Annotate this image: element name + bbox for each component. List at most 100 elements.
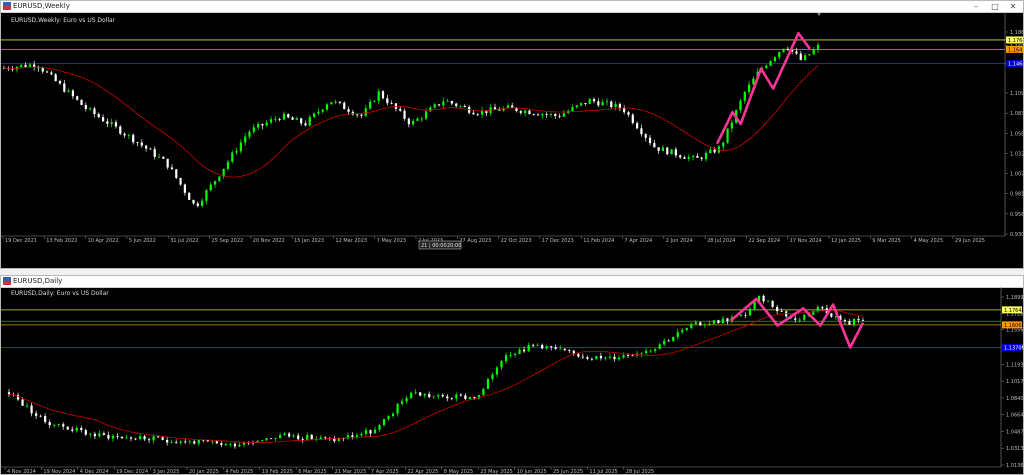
candle-body <box>861 320 865 322</box>
candle-body <box>491 374 494 380</box>
candle-body <box>653 143 656 148</box>
date-label: 22 Sep 2024 <box>748 238 780 244</box>
candle-body <box>795 51 798 54</box>
weekly-chart-area[interactable]: EURUSD,Weekly: Euro vs US Dollar 1.18650… <box>1 12 1023 268</box>
candle-body <box>658 344 661 349</box>
candle-body <box>179 177 182 185</box>
candle-body <box>672 336 675 341</box>
candle-body <box>28 64 31 67</box>
candle-body <box>486 379 490 389</box>
candle-body <box>765 65 768 68</box>
candle-body <box>803 55 807 60</box>
maximize-icon[interactable]: □ <box>986 1 1004 12</box>
daily-chart-area[interactable]: EURUSD,Daily: Euro vs US Dollar 1.18995 1… <box>1 287 1023 474</box>
candle-body <box>580 103 583 106</box>
candle-body <box>523 349 526 352</box>
candle-body <box>446 396 449 399</box>
date-label: 11 Jul 2025 <box>589 469 617 474</box>
date-label: 4 Nov 2024 <box>7 469 36 474</box>
candle-body <box>590 358 593 360</box>
date-label: 10 Apr 2022 <box>88 238 119 244</box>
candle-body <box>98 433 101 437</box>
candle-body <box>455 394 458 399</box>
crosshair-time-label: 20:00 <box>447 243 461 249</box>
close-icon[interactable]: ✕ <box>1004 1 1022 12</box>
daily-chart-title: EURUSD,Daily: Euro vs US Dollar <box>11 290 109 297</box>
candle-body <box>76 96 79 100</box>
candle-body <box>325 104 329 110</box>
candle-body <box>541 114 544 116</box>
candle-body <box>739 314 743 317</box>
candle-body <box>622 355 625 358</box>
price-tag-label: 1.13700 <box>1004 345 1023 351</box>
candle-body <box>20 64 23 67</box>
candle-body <box>231 152 234 162</box>
minimize-icon[interactable]: – <box>967 1 985 12</box>
candle-body <box>654 348 657 351</box>
date-label: 21 Mar 2025 <box>335 469 367 474</box>
daily-window-title: EURUSD,Daily <box>13 277 63 285</box>
candle-body <box>265 122 268 126</box>
candle-body <box>414 392 417 394</box>
candle-body <box>412 120 415 125</box>
candle-body <box>127 134 130 136</box>
candle-body <box>666 147 669 155</box>
candle-body <box>405 398 408 402</box>
candle-body <box>586 357 589 359</box>
weekly-chart-window: EURUSD,Weekly – □ ✕ EURUSD,Weekly: Euro … <box>0 0 1024 269</box>
candle-body <box>66 426 69 430</box>
price-label: 1.01365 <box>1006 463 1023 469</box>
candle-body <box>175 442 178 444</box>
candle-body <box>459 394 462 396</box>
candle-body <box>674 149 677 156</box>
candle-body <box>563 348 566 351</box>
date-label: 28 Jul 2025 <box>626 469 654 474</box>
candle-body <box>287 114 290 118</box>
candle-body <box>382 419 386 426</box>
candle-body <box>558 115 561 117</box>
candle-body <box>730 122 733 129</box>
weekly-chart-canvas[interactable]: EURUSD,Weekly: Euro vs US Dollar 1.18650… <box>1 12 1023 268</box>
shift-marker-icon[interactable] <box>817 13 821 16</box>
candle-body <box>381 91 385 99</box>
daily-chart-canvas[interactable]: EURUSD,Daily: Euro vs US Dollar 1.18995 1… <box>1 287 1023 474</box>
candle-body <box>297 435 300 440</box>
date-label: 12 Jan 2025 <box>831 238 861 244</box>
date-label: 4 Feb 2025 <box>225 469 253 474</box>
candle-body <box>778 52 781 58</box>
candle-body <box>355 435 359 437</box>
date-label: 20 Jan 2025 <box>189 469 219 474</box>
candle-body <box>396 403 399 414</box>
candle-body <box>218 176 221 181</box>
candle-body <box>747 84 751 92</box>
candle-body <box>360 114 363 116</box>
candle-body <box>450 398 453 400</box>
candle-body <box>568 350 571 351</box>
price-tag-label: 1.17643 <box>1008 38 1023 44</box>
candle-body <box>627 112 630 115</box>
candle-body <box>62 424 65 427</box>
candle-body <box>373 100 376 102</box>
candle-body <box>123 133 126 136</box>
candle-body <box>39 415 42 417</box>
candle-body <box>213 180 217 185</box>
price-label: 1.05820 <box>1010 131 1023 137</box>
candle-body <box>554 113 557 116</box>
flag-icon <box>3 277 11 285</box>
candle-body <box>170 167 174 170</box>
candle-body <box>575 105 578 108</box>
date-label: 6 Mar 2025 <box>298 469 327 474</box>
candle-body <box>346 435 349 439</box>
candle-body <box>260 440 264 442</box>
candle-body <box>132 134 135 143</box>
candle-body <box>35 413 38 416</box>
candle-body <box>377 91 380 101</box>
candle-body <box>53 424 56 426</box>
candle-body <box>712 320 715 324</box>
candle-body <box>48 421 51 426</box>
date-label: 25 Jun 2025 <box>553 469 583 474</box>
candle-body <box>125 437 128 439</box>
candle-body <box>663 340 666 345</box>
date-label: 25 Sep 2022 <box>212 238 244 244</box>
crosshair-date-label: 21 | 00:00 <box>421 243 447 249</box>
